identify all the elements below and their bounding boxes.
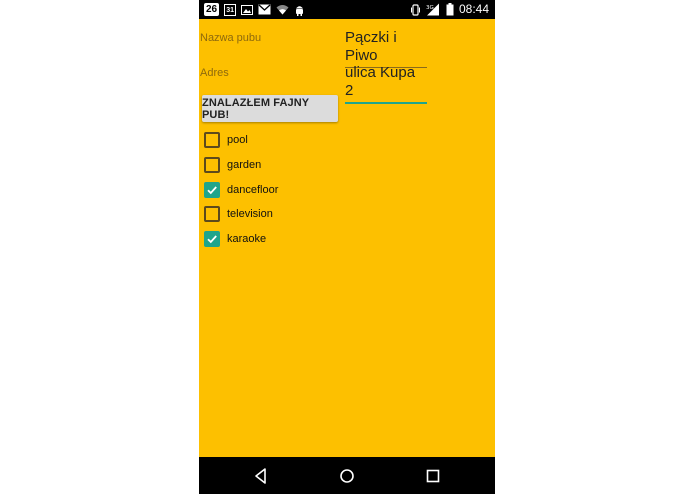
pub-name-label: Nazwa pubu bbox=[200, 32, 262, 44]
checkbox-dancefloor[interactable] bbox=[204, 181, 220, 198]
vibrate-icon bbox=[410, 3, 420, 16]
gmail-icon bbox=[258, 4, 271, 15]
checkbox-row-karaoke[interactable]: karaoke bbox=[204, 231, 266, 247]
network-type-label: 3G bbox=[426, 5, 434, 11]
status-bar-notifications: 26 31 bbox=[204, 2, 305, 17]
status-bar-system: 3G 08:44 bbox=[410, 2, 489, 17]
checkbox-garden[interactable] bbox=[204, 156, 220, 173]
recents-icon[interactable] bbox=[423, 466, 443, 486]
wifi-icon bbox=[276, 5, 289, 15]
navigation-bar bbox=[199, 457, 495, 494]
check-icon bbox=[207, 185, 217, 194]
signal-icon: 3G bbox=[426, 3, 439, 16]
clock: 08:44 bbox=[458, 2, 489, 16]
checkbox-label: dancefloor bbox=[227, 183, 279, 196]
main-content: Nazwa pubu Pączki i Piwo Adres ulica Kup… bbox=[199, 19, 495, 457]
phone-screen: 26 31 3G 08:44 Nazwa pubu Pączki i Piwo … bbox=[199, 0, 495, 494]
checkbox-row-pool[interactable]: pool bbox=[204, 132, 248, 148]
checkbox-row-television[interactable]: television bbox=[204, 206, 273, 223]
checkbox-television[interactable] bbox=[204, 206, 220, 223]
check-icon bbox=[207, 235, 217, 244]
submit-pub-button[interactable]: ZNALAZŁEM FAJNY PUB! bbox=[202, 95, 338, 122]
date-badge: 26 bbox=[204, 3, 220, 16]
checkbox-row-dancefloor[interactable]: dancefloor bbox=[204, 181, 279, 198]
android-icon bbox=[296, 5, 304, 16]
checkbox-label: garden bbox=[227, 158, 262, 171]
checkbox-row-garden[interactable]: garden bbox=[204, 156, 262, 173]
checkbox-pool[interactable] bbox=[204, 132, 220, 148]
address-input[interactable]: ulica Kupa 2 bbox=[345, 64, 427, 104]
home-icon[interactable] bbox=[337, 466, 357, 486]
pub-name-input[interactable]: Pączki i Piwo bbox=[345, 29, 427, 68]
status-bar: 26 31 3G 08:44 bbox=[199, 0, 495, 19]
checkbox-label: pool bbox=[227, 134, 248, 146]
back-icon[interactable] bbox=[251, 466, 271, 486]
calendar-icon: 31 bbox=[224, 3, 237, 16]
image-icon bbox=[241, 4, 254, 15]
address-label: Adres bbox=[200, 67, 229, 79]
checkbox-label: television bbox=[227, 208, 273, 221]
checkbox-karaoke[interactable] bbox=[204, 231, 220, 247]
battery-icon bbox=[446, 3, 454, 16]
checkbox-label: karaoke bbox=[227, 233, 267, 245]
